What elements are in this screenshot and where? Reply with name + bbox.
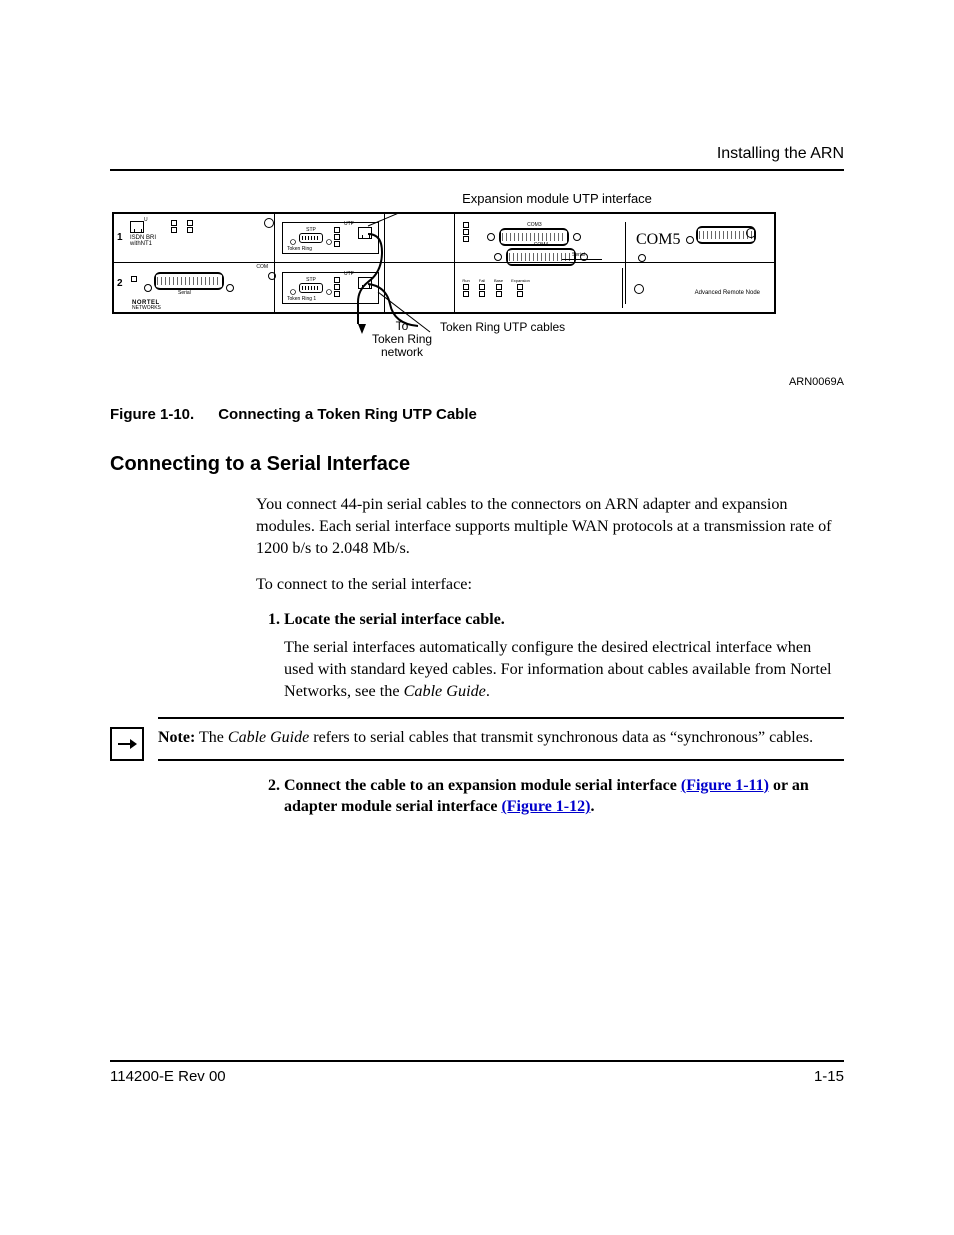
footer-right: 1-15: [814, 1068, 844, 1085]
step-2: Connect the cable to an expansion module…: [284, 775, 844, 818]
tr-name-bot: Token Ring 1: [287, 296, 316, 302]
figure-1-12-link[interactable]: (Figure 1-12): [501, 798, 590, 815]
note-text: Note: The Cable Guide refers to serial c…: [158, 717, 844, 761]
step-1: Locate the serial interface cable. The s…: [284, 609, 844, 702]
adapter-slot1: U ISDN BRI withNT1: [130, 220, 268, 258]
isdn-label: ISDN BRI withNT1: [130, 235, 268, 247]
slot-1-number: 1: [117, 232, 123, 243]
com4-connector: [506, 248, 576, 266]
section-para-2: To connect to the serial interface:: [256, 574, 844, 596]
figure-1-11-link[interactable]: (Figure 1-11): [681, 777, 769, 794]
tr-name-top: Token Ring: [287, 246, 312, 252]
section-body: You connect 44-pin serial cables to the …: [256, 494, 844, 703]
utp-port-bottom: [358, 277, 372, 289]
figure-top-callout: Expansion module UTP interface: [270, 191, 844, 206]
page-footer: 114200-E Rev 00 1-15: [110, 1060, 844, 1085]
note-arrow-icon: [110, 727, 144, 761]
serial-connector-left: [154, 272, 224, 290]
expansion-slot2-right: Run Fail Base Expansion: [462, 272, 766, 304]
com-left-label: COM: [256, 264, 268, 270]
slot-2-number: 2: [117, 278, 123, 289]
header-rule: [110, 169, 844, 171]
section-para-1: You connect 44-pin serial cables to the …: [256, 494, 844, 560]
nortel-logo: NORTEL NETWORKS: [132, 300, 161, 311]
token-ring-module-top: STP UTP Token Ring: [282, 222, 379, 254]
device-diagram: 1 2 U: [112, 212, 776, 314]
figure-caption: Figure 1-10.Connecting a Token Ring UTP …: [110, 406, 844, 423]
figure-block: Expansion module UTP interface 1 2 U: [110, 191, 844, 423]
isdn-port: [130, 221, 144, 233]
serial-left-label: Serial: [178, 290, 191, 296]
u-label: U: [144, 217, 148, 223]
expansion-slot1-right: COM3 COM4 Serial: [462, 222, 622, 256]
serial-right-label: Serial: [572, 252, 585, 258]
token-ring-module-bottom: STP UTP Token Ring 1: [282, 272, 379, 304]
footer-left: 114200-E Rev 00: [110, 1068, 226, 1085]
under-label-cables: Token Ring UTP cables: [440, 320, 565, 334]
com5-connector: [696, 226, 756, 244]
page-header: Installing the ARN: [110, 145, 844, 163]
section-heading: Connecting to a Serial Interface: [110, 453, 844, 476]
utp-port-top: [358, 227, 372, 239]
under-label-to-network: To Token Ring network: [372, 320, 432, 359]
figure-id-code: ARN0069A: [789, 376, 844, 388]
